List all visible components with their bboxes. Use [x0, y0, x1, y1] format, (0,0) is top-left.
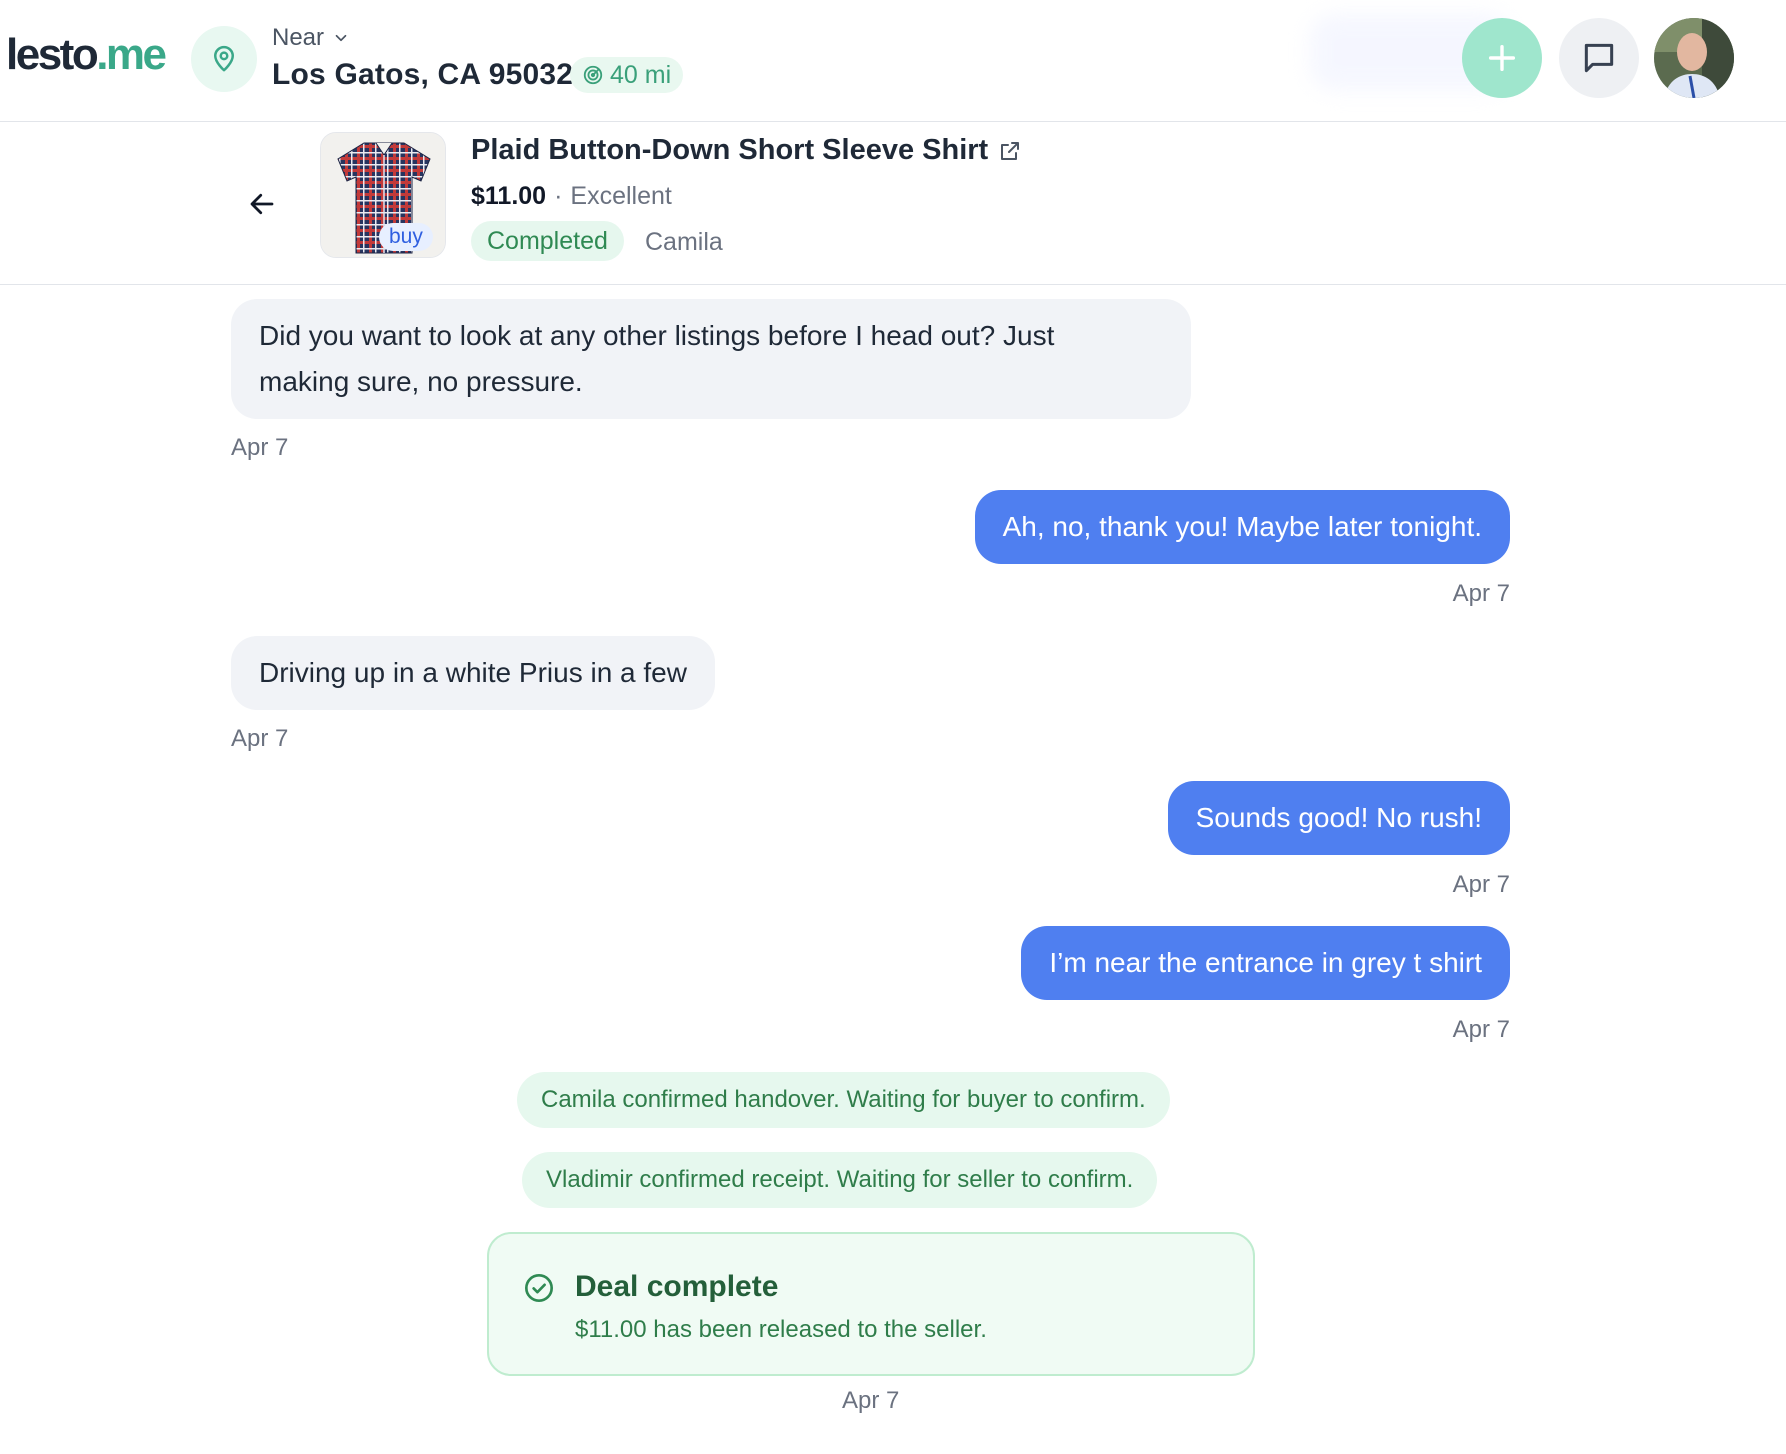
- price-separator: ·: [554, 182, 563, 210]
- buy-badge: buy: [379, 223, 433, 251]
- messages-button[interactable]: [1559, 18, 1639, 98]
- near-dropdown[interactable]: Near: [272, 24, 350, 52]
- external-link-icon: [1001, 141, 1020, 160]
- check-circle-icon: [525, 1274, 553, 1302]
- deal-complete-card: Deal complete $11.00 has been released t…: [487, 1232, 1255, 1376]
- map-pin-icon: [214, 45, 234, 72]
- message-bubble-outgoing: I’m near the entrance in grey t shirt: [1021, 926, 1510, 1000]
- avatar[interactable]: [1654, 18, 1734, 98]
- status-badge: Completed: [471, 221, 624, 261]
- message-square-icon: [1584, 43, 1614, 73]
- listing-header: buy Plaid Button-Down Short Sleeve Shirt…: [0, 122, 1786, 285]
- price-row: $11.00 · Excellent: [471, 182, 672, 211]
- message-bubble-incoming: Driving up in a white Prius in a few: [231, 636, 715, 710]
- message-text: I’m near the entrance in grey t shirt: [1049, 947, 1482, 978]
- plus-icon: [1488, 44, 1516, 72]
- message-timestamp: Apr 7: [1452, 580, 1510, 607]
- chat-thread: Did you want to look at any other listin…: [0, 286, 1786, 1454]
- message-text: Did you want to look at any other listin…: [259, 320, 1055, 351]
- top-bar: lesto.me Near Los Gatos, CA 95032 40 mi: [0, 0, 1786, 122]
- message-timestamp: Apr 7: [231, 725, 289, 752]
- message-bubble-incoming: Did you want to look at any other listin…: [231, 299, 1191, 419]
- message-timestamp: Apr 7: [1452, 871, 1510, 898]
- back-button[interactable]: [236, 178, 288, 230]
- listing-title[interactable]: Plaid Button-Down Short Sleeve Shirt: [471, 134, 1022, 167]
- system-note: Vladimir confirmed receipt. Waiting for …: [522, 1152, 1158, 1208]
- listing-thumbnail[interactable]: buy: [320, 132, 446, 258]
- message-text: Driving up in a white Prius in a few: [259, 657, 687, 688]
- radius-value: 40 mi: [610, 60, 672, 89]
- listing-condition: Excellent: [570, 182, 672, 210]
- message-text: Ah, no, thank you! Maybe later tonight.: [1002, 511, 1482, 542]
- deal-subtitle: $11.00 has been released to the seller.: [575, 1316, 987, 1343]
- message-timestamp: Apr 7: [1452, 1016, 1510, 1043]
- create-listing-button[interactable]: [1462, 18, 1542, 98]
- logo-text: lesto: [6, 30, 99, 79]
- radius-badge[interactable]: 40 mi: [570, 57, 684, 93]
- logo-accent: .me: [96, 30, 167, 79]
- location-button[interactable]: [191, 26, 257, 92]
- listing-price: $11.00: [471, 182, 547, 210]
- message-bubble-outgoing: Sounds good! No rush!: [1167, 781, 1510, 855]
- message-timestamp: Apr 7: [231, 434, 289, 461]
- logo[interactable]: lesto.me: [6, 30, 167, 80]
- message-text: making sure, no pressure.: [259, 366, 583, 397]
- location-text[interactable]: Los Gatos, CA 95032: [272, 58, 573, 92]
- radar-icon: [583, 65, 603, 85]
- message-bubble-outgoing: Ah, no, thank you! Maybe later tonight.: [974, 490, 1510, 564]
- arrow-left-icon: [250, 193, 274, 215]
- deal-timestamp: Apr 7: [842, 1387, 900, 1414]
- message-text: Sounds good! No rush!: [1195, 802, 1482, 833]
- other-party-name: Camila: [645, 228, 723, 256]
- near-label: Near: [272, 24, 325, 51]
- chevron-down-icon: [335, 34, 347, 42]
- avatar-image: [1654, 18, 1734, 98]
- deal-title: Deal complete: [575, 1270, 779, 1303]
- listing-title-text: Plaid Button-Down Short Sleeve Shirt: [471, 134, 989, 166]
- system-note: Camila confirmed handover. Waiting for b…: [517, 1072, 1170, 1128]
